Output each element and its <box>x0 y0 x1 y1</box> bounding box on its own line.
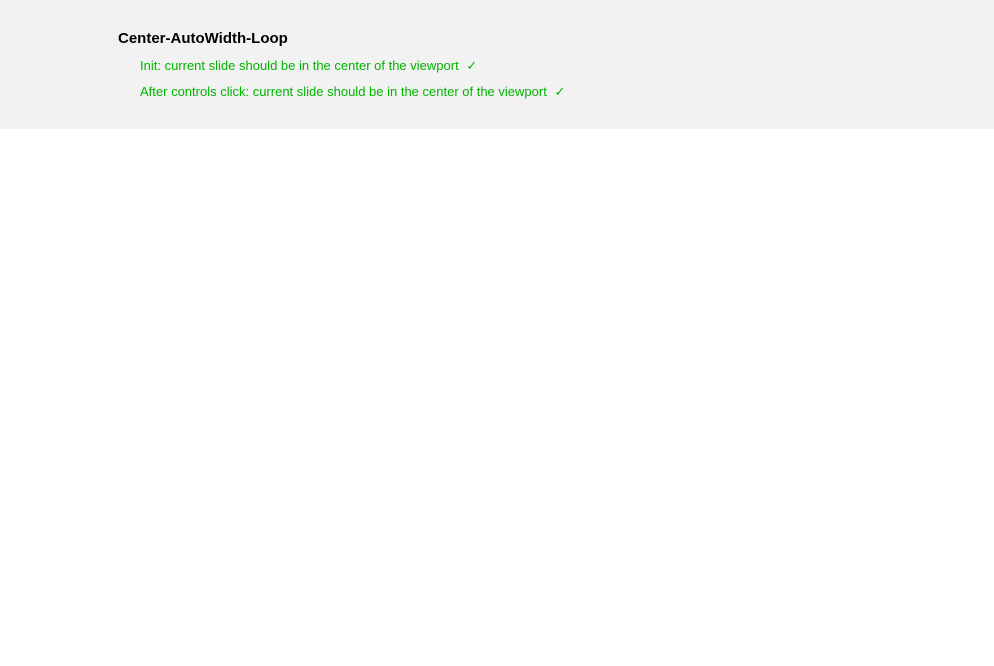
test-item: After controls click: current slide shou… <box>140 83 994 101</box>
checkmark-icon: ✓ <box>554 84 565 99</box>
test-label: After controls click: current slide shou… <box>140 84 547 99</box>
suite-title: Center-AutoWidth-Loop <box>118 30 994 47</box>
checkmark-icon: ✓ <box>466 58 477 73</box>
test-item: Init: current slide should be in the cen… <box>140 57 994 75</box>
test-results-panel: Center-AutoWidth-Loop Init: current slid… <box>0 0 994 129</box>
test-content: Center-AutoWidth-Loop Init: current slid… <box>0 30 994 101</box>
test-label: Init: current slide should be in the cen… <box>140 58 459 73</box>
